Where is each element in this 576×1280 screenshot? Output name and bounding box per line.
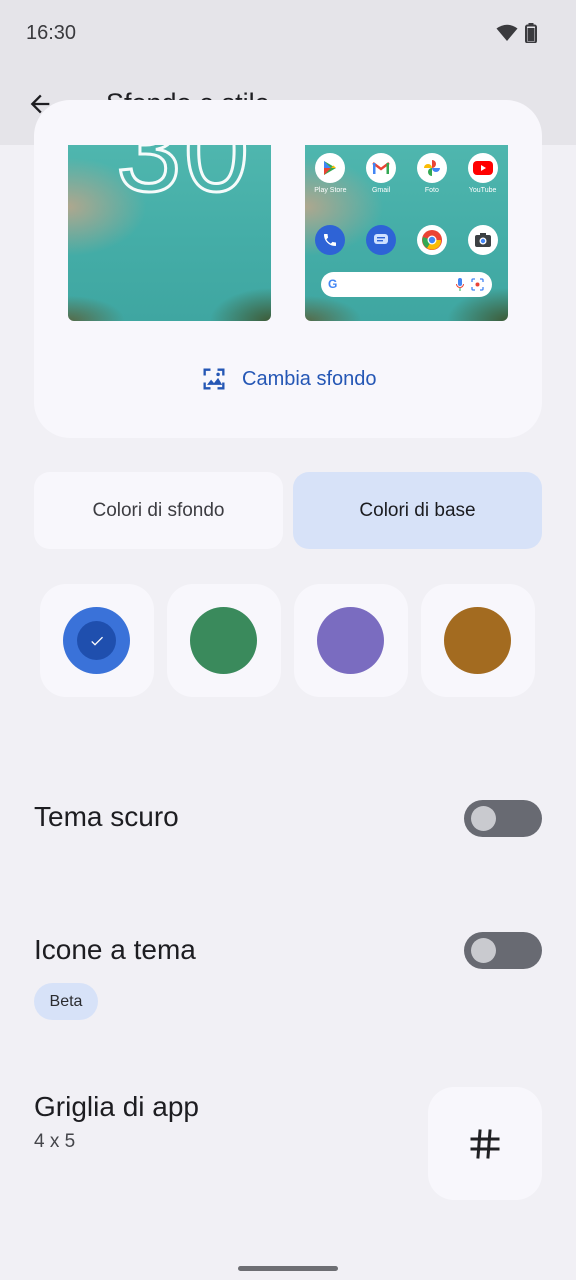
app-label: Gmail: [371, 187, 391, 194]
color-swatch-purple[interactable]: [294, 584, 408, 697]
status-bar: 16:30: [0, 0, 576, 64]
app-youtube: YouTube: [460, 153, 506, 194]
dark-theme-toggle[interactable]: [464, 800, 542, 837]
app-grid-value: 4 x 5: [34, 1131, 76, 1152]
color-swatch-amber[interactable]: [421, 584, 535, 697]
app-chrome: [409, 225, 455, 255]
beta-badge: Beta: [34, 983, 98, 1020]
app-label: Play Store: [314, 187, 347, 194]
toggle-knob: [471, 938, 496, 963]
wallpaper-icon: [203, 368, 225, 390]
mic-icon: [456, 278, 464, 296]
gesture-nav-bar[interactable]: [238, 1266, 338, 1271]
swatch-dot: [63, 607, 130, 674]
battery-icon: [525, 23, 537, 48]
play-store-icon: [315, 153, 346, 183]
messages-icon: [366, 225, 397, 255]
lens-icon: [471, 278, 484, 296]
selected-indicator: [77, 621, 116, 660]
app-gmail: Gmail: [358, 153, 404, 194]
themed-icons-toggle[interactable]: [464, 932, 542, 969]
youtube-icon: [467, 153, 498, 183]
toggle-knob: [471, 806, 496, 831]
tab-wallpaper-colors[interactable]: Colori di sfondo: [34, 472, 283, 549]
swatch-dot: [444, 607, 511, 674]
tab-basic-colors[interactable]: Colori di base: [293, 472, 542, 549]
app-photos: Foto: [409, 153, 455, 194]
wifi-icon: [496, 24, 518, 47]
camera-icon: [467, 225, 498, 255]
photos-icon: [416, 153, 447, 183]
chrome-icon: [416, 225, 447, 255]
app-label: Foto: [424, 187, 439, 194]
search-bar: G: [321, 272, 492, 297]
home-screen-preview[interactable]: Play Store Gmail Foto YouTube G: [305, 145, 508, 321]
color-swatch-blue[interactable]: [40, 584, 154, 697]
app-label: YouTube: [468, 187, 497, 194]
app-play-store: Play Store: [307, 153, 353, 194]
lock-screen-preview[interactable]: 30: [68, 145, 271, 321]
grid-icon: [470, 1128, 500, 1159]
status-time: 16:30: [26, 22, 77, 44]
change-wallpaper-label: Cambia sfondo: [242, 367, 377, 390]
app-grid-button[interactable]: [428, 1087, 542, 1200]
dark-theme-label: Tema scuro: [34, 801, 179, 832]
color-swatch-green[interactable]: [167, 584, 281, 697]
app-row-1: Play Store Gmail Foto YouTube: [305, 153, 508, 194]
change-wallpaper-button[interactable]: Cambia sfondo: [200, 365, 377, 393]
gmail-icon: [366, 153, 397, 183]
phone-icon: [315, 225, 346, 255]
app-row-2: [305, 225, 508, 255]
swatch-dot: [190, 607, 257, 674]
google-logo: G: [328, 277, 338, 291]
app-grid-label: Griglia di app: [34, 1091, 199, 1122]
lock-clock: 30: [114, 145, 252, 219]
themed-icons-label: Icone a tema: [34, 934, 196, 965]
app-phone: [307, 225, 353, 255]
swatch-dot: [317, 607, 384, 674]
app-messages: [358, 225, 404, 255]
app-camera: [460, 225, 506, 255]
check-icon: [90, 636, 103, 646]
